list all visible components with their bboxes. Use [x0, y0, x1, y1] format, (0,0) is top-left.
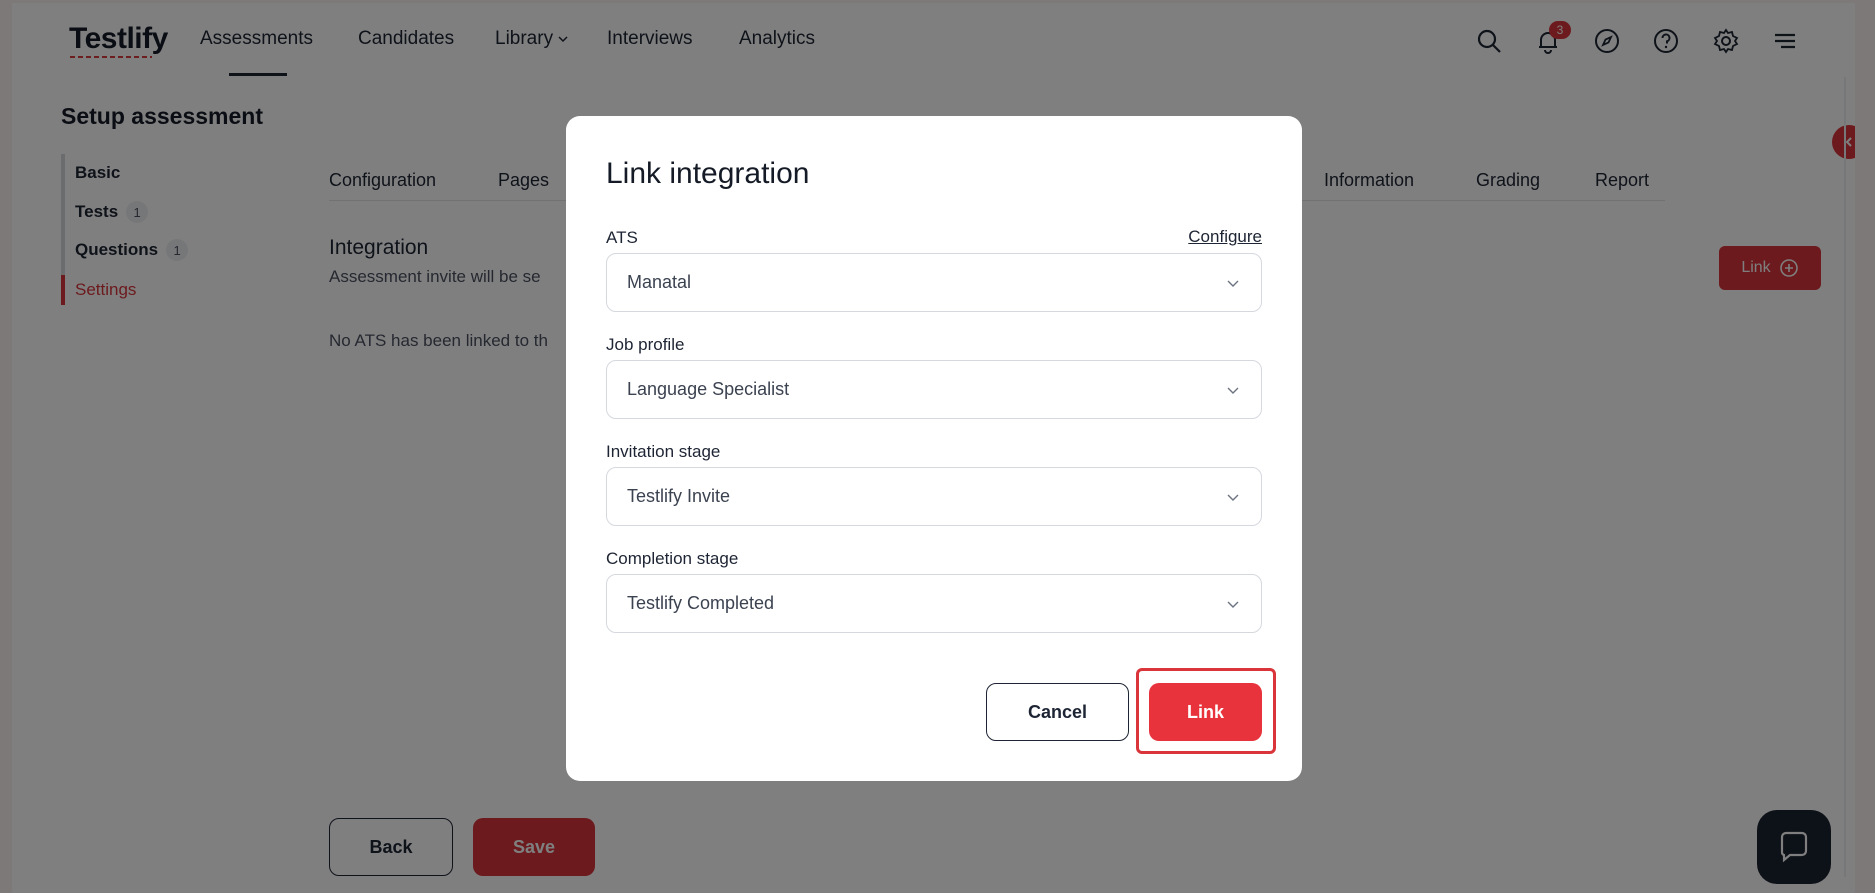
ats-select[interactable]: Manatal: [606, 253, 1262, 312]
chevron-down-icon: [1227, 601, 1239, 608]
invitation-stage-select-value: Testlify Invite: [627, 486, 731, 506]
completion-stage-label: Completion stage: [606, 549, 739, 568]
link-confirm-button[interactable]: Link: [1149, 683, 1262, 741]
invitation-stage-label: Invitation stage: [606, 442, 721, 461]
invitation-stage-select[interactable]: Testlify Invite: [606, 467, 1262, 526]
link-integration-modal: Link integration ATS Configure Manatal J…: [566, 116, 1302, 781]
job-profile-select-value: Language Specialist: [627, 379, 790, 399]
ats-label: ATS: [606, 228, 638, 247]
cancel-button[interactable]: Cancel: [986, 683, 1129, 741]
configure-link[interactable]: Configure: [1188, 227, 1262, 247]
completion-stage-select-value: Testlify Completed: [627, 593, 775, 613]
job-profile-select[interactable]: Language Specialist: [606, 360, 1262, 419]
job-profile-label: Job profile: [606, 335, 685, 354]
modal-title: Link integration: [606, 157, 810, 190]
chevron-down-icon: [1227, 280, 1239, 287]
completion-stage-select[interactable]: Testlify Completed: [606, 574, 1262, 633]
ats-select-value: Manatal: [627, 272, 692, 292]
chevron-down-icon: [1227, 387, 1239, 394]
chevron-down-icon: [1227, 494, 1239, 501]
